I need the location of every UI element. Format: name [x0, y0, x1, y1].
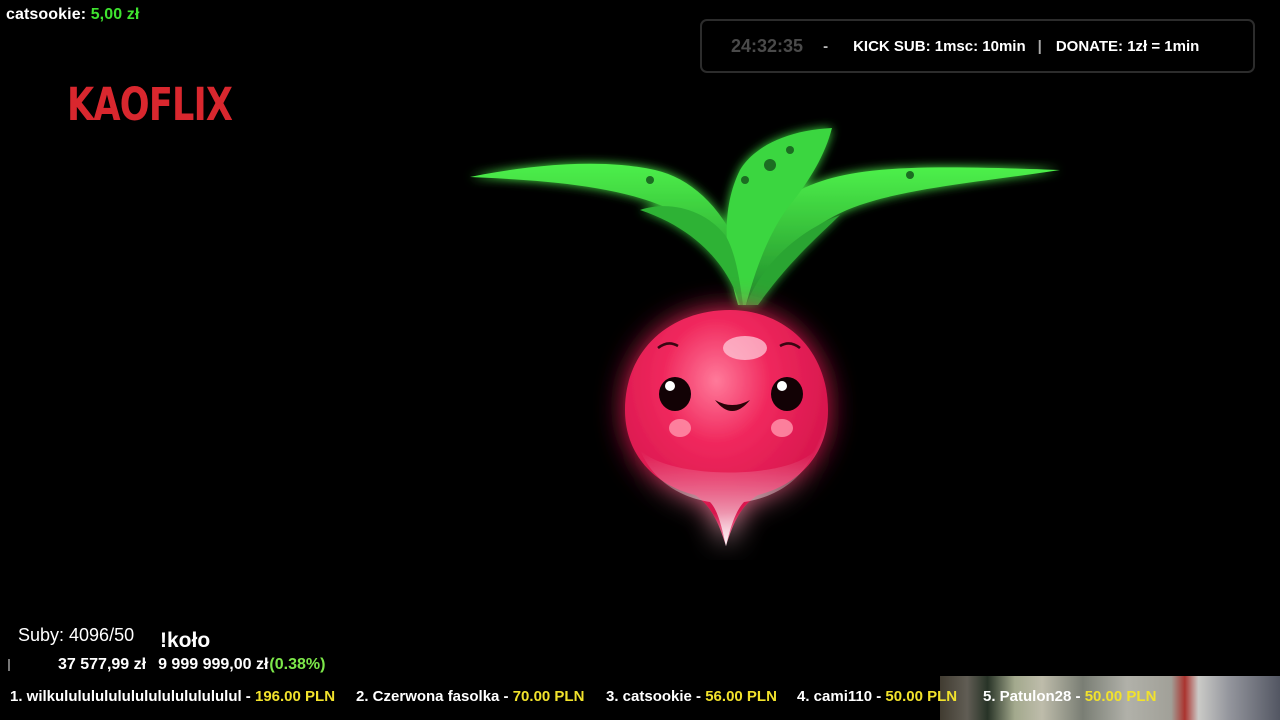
top-donor-label: 5. Patulon28 - — [983, 688, 1085, 705]
top-donor-2: 2. Czerwona fasolka - 70.00 PLN — [356, 688, 584, 705]
stream-info-bar: 24:32:35 - KICK SUB: 1msc: 10min | DONAT… — [700, 19, 1255, 73]
top-donor-amount: 50.00 PLN — [885, 688, 958, 705]
top-donor-amount: 50.00 PLN — [1084, 688, 1157, 705]
stream-overlay: catsookie: 5,00 zł KAOFLIX 24:32:35 - KI… — [0, 0, 1280, 720]
donate-rate: DONATE: 1zł = 1min — [1055, 37, 1200, 55]
top-donor-3: 3. catsookie - 56.00 PLN — [606, 688, 777, 705]
goal-percent: (0.38%) — [269, 656, 326, 673]
donation-goal: 37 577,99 zł 9 999 999,00 zł (0.38%) — [8, 656, 325, 674]
top-donor-1: 1. wilkulululululululululululululul - 19… — [10, 688, 335, 705]
radish-mascot-icon — [470, 128, 1060, 546]
top-donors-strip: 1. wilkulululululululululululululul - 19… — [0, 688, 1280, 710]
last-donation: catsookie: 5,00 zł — [6, 6, 139, 24]
kolo-command: !koło — [160, 629, 211, 652]
top-donor-label: 1. wilkulululululululululululululul - — [10, 688, 255, 705]
top-donor-label: 3. catsookie - — [606, 688, 706, 705]
top-donor-5: 5. Patulon28 - 50.00 PLN — [983, 688, 1156, 705]
top-donor-amount: 56.00 PLN — [705, 688, 777, 705]
top-donor-amount: 70.00 PLN — [512, 688, 585, 705]
goal-current: 37 577,99 zł — [58, 656, 147, 673]
info-separator-dash: - — [823, 37, 829, 55]
top-donor-amount: 196.00 PLN — [254, 688, 336, 705]
kick-sub-rate: KICK SUB: 1msc: 10min — [853, 37, 1026, 55]
info-separator-pipe: | — [1037, 37, 1042, 55]
subs-counter: Suby: 4096/50 — [18, 625, 135, 645]
goal-progress-bar — [8, 659, 10, 671]
last-donation-amount: 5,00 zł — [90, 6, 140, 23]
top-donor-4: 4. cami110 - 50.00 PLN — [797, 688, 957, 705]
kaoflix-logo: KAOFLIX — [67, 78, 233, 131]
top-donor-label: 2. Czerwona fasolka - — [356, 688, 513, 705]
goal-target: 9 999 999,00 zł — [158, 656, 269, 673]
top-donor-label: 4. cami110 - — [797, 688, 886, 705]
last-donation-name: catsookie: — [6, 6, 87, 23]
stream-timer: 24:32:35 — [731, 35, 804, 56]
